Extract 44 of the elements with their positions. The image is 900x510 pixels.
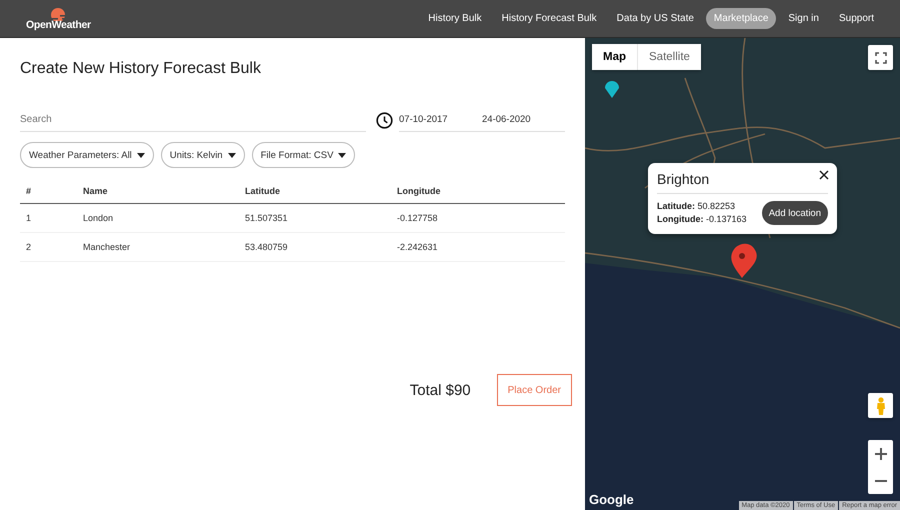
- filter-dropdown[interactable]: Weather Parameters: All: [20, 142, 154, 168]
- caret-icon: [136, 152, 145, 158]
- table-cell: 51.507351: [239, 204, 391, 232]
- table-cell: 2: [20, 232, 77, 262]
- end-date: 24-06-2020: [482, 114, 532, 125]
- map-type-tab[interactable]: Map: [592, 44, 637, 70]
- column-header: #: [20, 178, 77, 204]
- map-provider-logo: Google: [589, 492, 634, 507]
- caret-icon: [338, 152, 346, 158]
- person-icon: [876, 396, 886, 414]
- nav-link[interactable]: History Bulk: [420, 8, 490, 29]
- order-total: Total $90: [410, 382, 471, 398]
- close-icon: [819, 170, 829, 180]
- popup-title: Brighton: [657, 171, 828, 194]
- fullscreen-icon: [874, 52, 886, 64]
- filter-dropdown[interactable]: Units: Kelvin: [160, 142, 245, 168]
- nav-link[interactable]: History Forecast Bulk: [494, 8, 605, 29]
- table-cell: Manchester: [77, 232, 239, 262]
- plus-icon: [874, 448, 886, 460]
- filter-dropdown[interactable]: File Format: CSV: [252, 142, 356, 168]
- nav-link[interactable]: Data by US State: [608, 8, 702, 29]
- table-cell: -2.242631: [391, 232, 565, 262]
- date-range-field[interactable]: 07-10-2017 24-06-2020: [399, 108, 565, 132]
- nav-link[interactable]: Sign in: [780, 8, 827, 29]
- caret-icon: [228, 152, 236, 158]
- coordinate-text: Latitude: 50.82253: [657, 200, 736, 213]
- clock-icon: [376, 112, 393, 128]
- nav-link[interactable]: Support: [830, 8, 882, 29]
- column-header: Name: [77, 178, 239, 204]
- close-button[interactable]: [819, 170, 829, 180]
- brand-name[interactable]: OpenWeather: [26, 18, 91, 30]
- add-location-button[interactable]: Add location: [762, 201, 828, 225]
- table-cell: -0.127758: [391, 204, 565, 232]
- start-date: 07-10-2017: [399, 114, 449, 125]
- column-header: Longitude: [391, 178, 565, 204]
- column-header: Latitude: [239, 178, 391, 204]
- table-cell: 53.480759: [239, 232, 391, 262]
- minus-icon: [874, 480, 886, 482]
- coordinate-text: Longitude: -0.137163: [657, 213, 747, 226]
- page-title: Create New History Forecast Bulk: [20, 60, 262, 78]
- table-cell: London: [77, 204, 239, 232]
- fullscreen-button[interactable]: [868, 45, 893, 70]
- map-type-tab[interactable]: Satellite: [637, 44, 701, 70]
- table-cell: 1: [20, 204, 77, 232]
